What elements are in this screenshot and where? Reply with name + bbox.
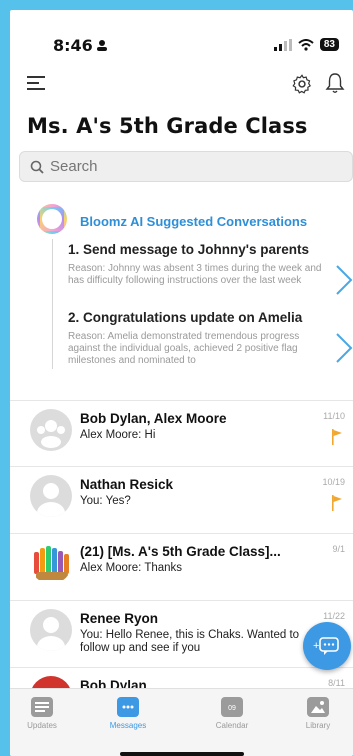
svg-text:+: + xyxy=(313,640,319,652)
signal-icon xyxy=(273,38,292,51)
library-icon xyxy=(307,697,329,717)
search-bar[interactable] xyxy=(19,151,353,182)
suggestion-heading: 1. Send message to Johnny's parents xyxy=(68,242,310,257)
menu-icon[interactable] xyxy=(27,76,45,90)
flag-icon xyxy=(332,495,342,511)
bell-icon[interactable] xyxy=(325,72,345,94)
group-avatar-icon xyxy=(30,409,72,451)
conversation-date: 8/11 xyxy=(328,678,345,688)
conversation-row[interactable]: Nathan Resick You: Yes? 10/19 xyxy=(10,467,353,534)
home-indicator xyxy=(120,752,244,756)
class-avatar-icon xyxy=(30,542,72,584)
chevron-right-icon[interactable] xyxy=(335,332,353,364)
person-avatar-icon xyxy=(30,609,72,651)
suggestion-reason: Reason: Johnny was absent 3 times during… xyxy=(68,263,322,286)
page-title: Ms. A's 5th Grade Class xyxy=(27,114,308,138)
flag-icon xyxy=(332,429,342,445)
conversation-row[interactable]: (21) [Ms. A's 5th Grade Class]... Alex M… xyxy=(10,534,353,601)
conversation-name: (21) [Ms. A's 5th Grade Class]... xyxy=(80,544,281,559)
conversation-preview: You: Yes? xyxy=(80,495,131,507)
status-icons: 83 xyxy=(273,38,339,51)
person-icon xyxy=(97,40,107,51)
conversation-name: Nathan Resick xyxy=(80,477,174,492)
conversation-name: Bob Dylan, Alex Moore xyxy=(80,411,227,426)
status-time: 8:46 xyxy=(53,36,93,55)
tab-label: Messages xyxy=(109,721,147,730)
updates-icon xyxy=(31,697,53,717)
tab-label: Calendar xyxy=(215,721,249,730)
suggestion-reason: Reason: Amelia demonstrated tremendous p… xyxy=(68,331,300,366)
person-avatar-icon xyxy=(30,475,72,517)
bottom-tab-bar: Updates Messages 09 Calendar Library xyxy=(10,688,353,756)
tab-updates[interactable]: Updates xyxy=(12,697,72,730)
wifi-icon xyxy=(298,38,314,51)
gear-icon[interactable] xyxy=(291,73,313,95)
status-bar: 8:46 83 xyxy=(10,36,353,60)
tab-label: Library xyxy=(305,721,331,730)
timeline-divider xyxy=(52,239,53,369)
phone-screen: 8:46 83 Ms. A's 5th Grade Class Bloomz A… xyxy=(10,10,353,756)
search-icon xyxy=(30,160,44,174)
chevron-right-icon[interactable] xyxy=(335,264,353,296)
battery-indicator: 83 xyxy=(319,38,339,51)
calendar-icon: 09 xyxy=(221,697,243,717)
conversation-preview: Alex Moore: Thanks xyxy=(80,562,183,574)
tab-library[interactable]: Library xyxy=(288,697,348,730)
tab-messages[interactable]: Messages xyxy=(98,697,158,730)
conversation-date: 10/19 xyxy=(322,477,345,487)
conversation-date: 11/10 xyxy=(323,411,345,421)
conversation-date: 9/1 xyxy=(332,544,345,554)
conversation-preview: Alex Moore: Hi xyxy=(80,429,156,441)
calendar-date-badge: 09 xyxy=(228,705,236,712)
suggestion-item[interactable]: 1. Send message to Johnny's parents Reas… xyxy=(68,242,331,287)
ai-suggestions-panel: Bloomz AI Suggested Conversations 1. Sen… xyxy=(10,194,353,390)
conversation-name: Renee Ryon xyxy=(80,611,159,626)
messages-icon xyxy=(117,697,139,717)
new-message-icon: + xyxy=(313,637,339,655)
conversation-row[interactable]: Renee Ryon You: Hello Renee, this is Cha… xyxy=(10,601,353,668)
new-message-button[interactable]: + xyxy=(303,622,351,670)
bloomz-ai-logo-icon xyxy=(37,204,67,234)
suggestion-item[interactable]: 2. Congratulations update on Amelia Reas… xyxy=(68,310,331,367)
tab-calendar[interactable]: 09 Calendar xyxy=(202,697,262,730)
suggestion-heading: 2. Congratulations update on Amelia xyxy=(68,310,303,325)
search-input[interactable] xyxy=(50,158,250,175)
conversation-date: 11/22 xyxy=(323,611,345,621)
top-bar xyxy=(10,70,353,102)
ai-suggestions-title: Bloomz AI Suggested Conversations xyxy=(80,214,308,229)
conversation-preview: You: Hello Renee, this is Chaks. Wanted … xyxy=(80,629,300,654)
tab-label: Updates xyxy=(27,721,57,730)
conversation-row[interactable]: Bob Dylan, Alex Moore Alex Moore: Hi 11/… xyxy=(10,400,353,467)
